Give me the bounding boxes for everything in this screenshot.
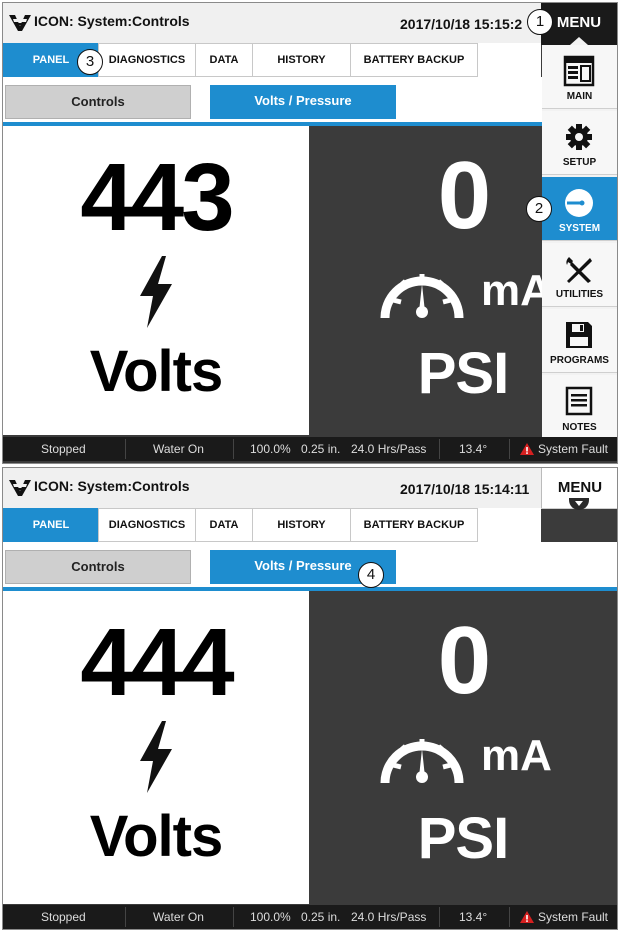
volts-label: Volts: [89, 339, 224, 404]
volts-value: 444: [80, 609, 234, 716]
menu-label: MENU: [556, 14, 602, 31]
menu-button[interactable]: MENU: [541, 468, 617, 510]
volts-label: Volts: [89, 804, 224, 869]
menu-item-main[interactable]: MAIN: [542, 45, 617, 109]
pressure-panel: 0 mA PSI: [309, 591, 617, 904]
menu-label-utilities: UTILITIES: [555, 289, 604, 300]
menu-item-system[interactable]: SYSTEM: [542, 177, 617, 241]
warning-triangle-icon: [520, 911, 534, 923]
tab-diagnostics[interactable]: DIAGNOSTICS: [98, 508, 196, 542]
pressure-label: PSI: [417, 806, 510, 871]
menu-label-system: SYSTEM: [558, 223, 601, 234]
status-depth: 0.25 in.: [301, 442, 341, 456]
menu-label-programs: PROGRAMS: [550, 355, 609, 366]
callout-4: 4: [358, 562, 384, 588]
current-unit: mA: [481, 731, 552, 780]
screenshot-2: ICON: System:Controls 2017/10/18 15:14:1…: [2, 467, 618, 930]
current-value: 0: [437, 607, 491, 714]
tab-diagnostics[interactable]: DIAGNOSTICS: [98, 43, 196, 77]
gauge-icon: [380, 739, 464, 784]
callout-2: 2: [526, 196, 552, 222]
lightning-bolt-icon: [140, 721, 172, 793]
tab-panel[interactable]: PANEL: [3, 508, 99, 542]
status-bar: Stopped Water On 100.0% 0.25 in. 24.0 Hr…: [3, 437, 617, 461]
status-hours-per-pass: 24.0 Hrs/Pass: [351, 910, 427, 924]
tab-history[interactable]: HISTORY: [252, 508, 351, 542]
gauge-icon: [380, 274, 464, 319]
status-fault: System Fault: [538, 442, 609, 456]
subtab-bar: PANEL DIAGNOSTICS DATA HISTORY BATTERY B…: [3, 508, 541, 542]
status-percent: 100.0%: [250, 910, 291, 924]
tab-controls[interactable]: Controls: [5, 85, 191, 119]
menu-item-programs[interactable]: PROGRAMS: [542, 309, 617, 373]
datetime: 2017/10/18 15:15:2: [400, 16, 523, 32]
volts-panel: 444 Volts: [3, 591, 309, 904]
title-bar: ICON: System:Controls 2017/10/18 15:14:1…: [3, 468, 617, 509]
app-title: ICON: System:Controls: [34, 13, 190, 29]
status-fault: System Fault: [538, 910, 609, 924]
chevron-up-icon: [570, 37, 588, 45]
brand-logo-icon: [9, 480, 31, 496]
title-bar: ICON: System:Controls 2017/10/18 15:15:2: [3, 3, 617, 44]
warning-triangle-icon: [520, 443, 534, 455]
callout-1: 1: [527, 9, 553, 35]
status-percent: 100.0%: [250, 442, 291, 456]
status-bar: Stopped Water On 100.0% 0.25 in. 24.0 Hr…: [3, 905, 617, 929]
callout-3: 3: [77, 49, 103, 75]
tools-icon: [566, 257, 592, 283]
status-water: Water On: [153, 910, 204, 924]
tab-data[interactable]: DATA: [195, 43, 253, 77]
datetime: 2017/10/18 15:14:11: [400, 481, 530, 497]
brand-logo-icon: [9, 15, 31, 31]
system-icon: [565, 189, 593, 217]
menu-label-setup: SETUP: [562, 157, 597, 168]
status-depth: 0.25 in.: [301, 910, 341, 924]
status-water: Water On: [153, 442, 204, 456]
app-title: ICON: System:Controls: [34, 478, 190, 494]
tab-controls[interactable]: Controls: [5, 550, 191, 584]
menu-item-setup[interactable]: SETUP: [542, 111, 617, 175]
floppy-disk-icon: [566, 322, 592, 348]
menu-item-utilities[interactable]: UTILITIES: [542, 243, 617, 307]
status-hours-per-pass: 24.0 Hrs/Pass: [351, 442, 427, 456]
lightning-bolt-icon: [140, 256, 172, 328]
gear-icon: [566, 124, 592, 150]
menu-label-main: MAIN: [566, 91, 593, 102]
notes-icon: [565, 386, 593, 416]
tab-history[interactable]: HISTORY: [252, 43, 351, 77]
side-menu: MAIN SETUP SYSTEM UTILITIES PROGRAMS NOT…: [542, 45, 617, 439]
menu-item-notes[interactable]: NOTES: [542, 375, 617, 439]
tab-battery-backup[interactable]: BATTERY BACKUP: [350, 43, 478, 77]
status-angle: 13.4°: [459, 910, 488, 924]
volts-value: 443: [80, 144, 234, 251]
tab-battery-backup[interactable]: BATTERY BACKUP: [350, 508, 478, 542]
panel-tab-strip: Controls Volts / Pressure: [3, 542, 617, 590]
tab-volts-pressure[interactable]: Volts / Pressure: [210, 85, 396, 119]
menu-label-notes: NOTES: [562, 422, 597, 433]
status-state: Stopped: [41, 910, 86, 924]
menu-label: MENU: [557, 479, 603, 496]
main-panel-icon: [563, 55, 595, 87]
panel-tab-strip: Controls Volts / Pressure: [3, 77, 617, 125]
status-angle: 13.4°: [459, 442, 488, 456]
volts-panel: 443 Volts: [3, 126, 309, 435]
screenshot-1: ICON: System:Controls 2017/10/18 15:15:2…: [2, 2, 618, 464]
status-state: Stopped: [41, 442, 86, 456]
tab-data[interactable]: DATA: [195, 508, 253, 542]
